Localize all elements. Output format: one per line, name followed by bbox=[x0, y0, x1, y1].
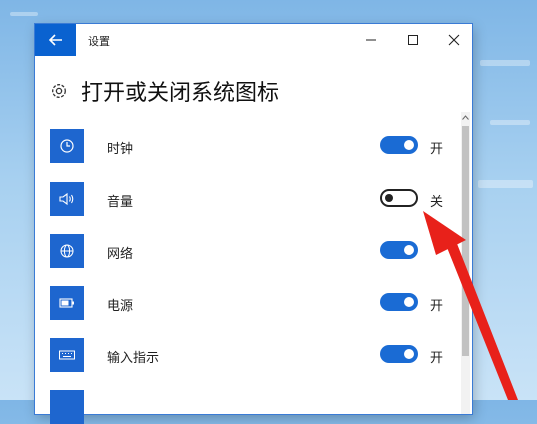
background-decoration bbox=[490, 120, 530, 125]
toggle-state-text: 关 bbox=[430, 195, 444, 210]
volume-toggle[interactable] bbox=[380, 189, 418, 207]
close-button[interactable] bbox=[434, 24, 474, 56]
setting-row-network: 网络 bbox=[50, 234, 450, 268]
chevron-up-icon bbox=[462, 114, 469, 120]
toggle-knob bbox=[404, 245, 414, 255]
setting-row-volume: 音量 关 bbox=[50, 182, 450, 216]
input-indicator-toggle[interactable] bbox=[380, 345, 418, 363]
minimize-icon bbox=[366, 39, 376, 41]
title-bar: 设置 bbox=[35, 24, 472, 56]
clock-tile bbox=[50, 129, 84, 163]
toggle-knob bbox=[404, 140, 414, 150]
setting-row-power: 电源 开 bbox=[50, 286, 450, 320]
setting-row-clock: 时钟 开 bbox=[50, 129, 450, 163]
gear-icon bbox=[52, 84, 66, 98]
minimize-button[interactable] bbox=[351, 24, 391, 56]
maximize-icon bbox=[408, 35, 418, 45]
toggle-state-text: 开 bbox=[430, 299, 444, 314]
back-arrow-icon bbox=[48, 34, 62, 46]
partial-tile bbox=[50, 390, 84, 424]
window-title: 设置 bbox=[88, 35, 110, 48]
scroll-thumb[interactable] bbox=[462, 126, 469, 356]
input-indicator-tile bbox=[50, 338, 84, 372]
keyboard-icon bbox=[59, 350, 75, 360]
setting-row-input-indicator: 输入指示 开 bbox=[50, 338, 450, 372]
clock-toggle[interactable] bbox=[380, 136, 418, 154]
toggle-knob bbox=[404, 297, 414, 307]
background-decoration bbox=[478, 180, 533, 188]
background-decoration bbox=[480, 60, 530, 66]
maximize-button[interactable] bbox=[393, 24, 433, 56]
scroll-up-button[interactable] bbox=[461, 112, 470, 122]
setting-label: 电源 bbox=[107, 299, 134, 314]
clock-icon bbox=[60, 139, 74, 153]
setting-label: 网络 bbox=[107, 247, 134, 262]
battery-icon bbox=[59, 298, 74, 308]
page-header: 打开或关闭系统图标 bbox=[49, 76, 279, 106]
back-button[interactable] bbox=[35, 24, 76, 56]
power-toggle[interactable] bbox=[380, 293, 418, 311]
volume-tile bbox=[50, 182, 84, 216]
setting-label: 音量 bbox=[107, 195, 134, 210]
setting-row-partial bbox=[50, 390, 450, 424]
toggle-knob bbox=[404, 349, 414, 359]
globe-icon bbox=[60, 244, 74, 258]
close-icon bbox=[448, 34, 460, 46]
scrollbar[interactable] bbox=[461, 112, 470, 414]
network-toggle[interactable] bbox=[380, 241, 418, 259]
background-decoration bbox=[10, 12, 38, 16]
toggle-state-text: 开 bbox=[430, 142, 444, 157]
page-title: 打开或关闭系统图标 bbox=[81, 81, 280, 106]
settings-window: 设置 打开或关闭系统图标 时钟 开 音量 关 网络 电源 开 输入指示 开 bbox=[35, 24, 472, 424]
volume-icon bbox=[59, 192, 74, 206]
network-tile bbox=[50, 234, 84, 268]
power-tile bbox=[50, 286, 84, 320]
setting-label: 时钟 bbox=[107, 142, 134, 157]
toggle-state-text: 开 bbox=[430, 351, 444, 366]
toggle-knob bbox=[385, 194, 393, 202]
setting-label: 输入指示 bbox=[107, 351, 160, 366]
